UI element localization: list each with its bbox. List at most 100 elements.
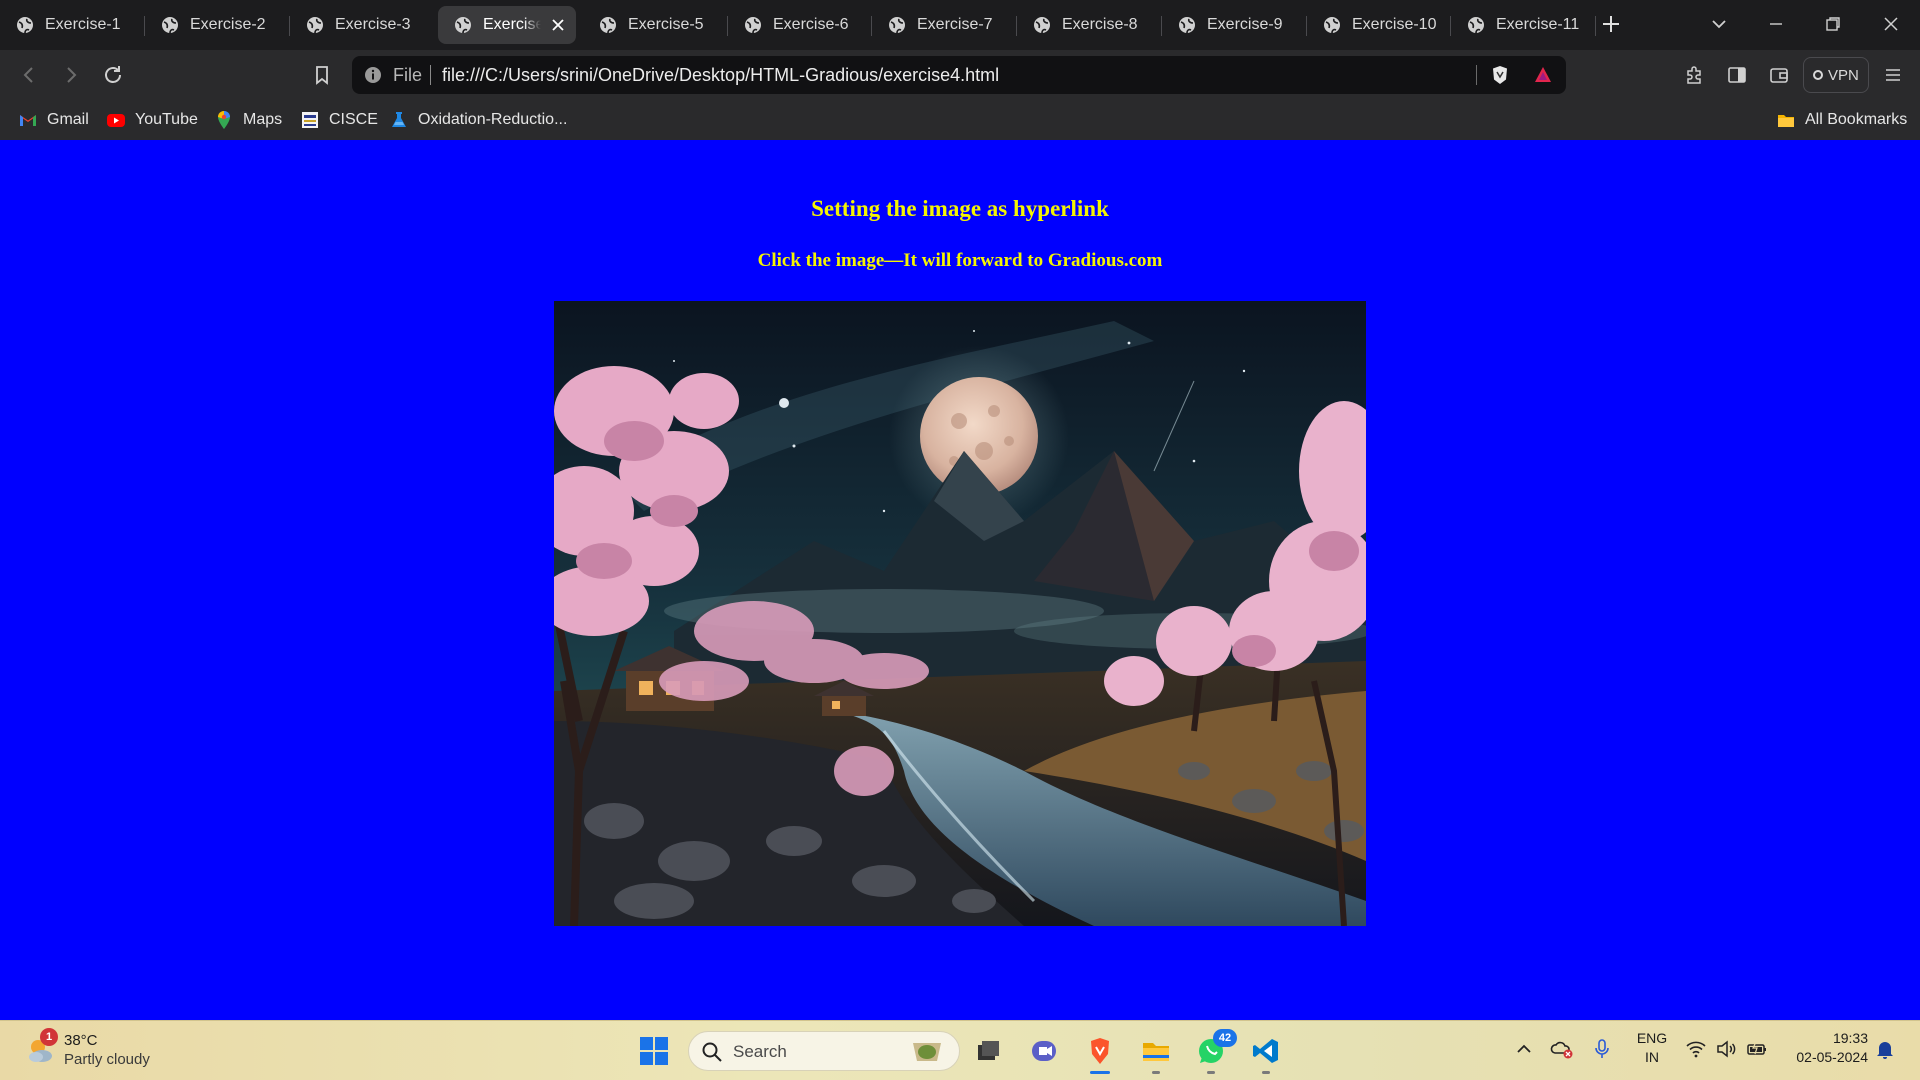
search-icon <box>702 1042 722 1062</box>
brave-shields-icon[interactable] <box>1489 64 1511 86</box>
new-tab-plus-icon[interactable] <box>1599 12 1623 36</box>
tab-label: Exercise-8 <box>1062 16 1138 33</box>
tab-label: Exercise-3 <box>335 16 411 33</box>
page-content: Setting the image as hyperlink Click the… <box>0 140 1920 1020</box>
globe-icon <box>307 17 323 34</box>
image-hyperlink[interactable] <box>554 301 1366 926</box>
globe-icon <box>455 17 471 34</box>
search-highlight-icon <box>913 1043 941 1061</box>
night-landscape-image[interactable] <box>554 301 1366 926</box>
minimize-icon[interactable] <box>1764 12 1788 36</box>
bookmark-maps[interactable]: Maps <box>214 106 282 134</box>
whatsapp-badge: 42 <box>1213 1029 1237 1047</box>
file-explorer-button[interactable] <box>1136 1031 1176 1074</box>
running-app-indicator <box>1262 1071 1270 1074</box>
tab[interactable]: Exercise-9 <box>1162 6 1307 44</box>
taskbar-search[interactable]: Search <box>688 1031 960 1071</box>
tab[interactable]: Exercise-6 <box>728 6 872 44</box>
running-app-indicator <box>1152 1071 1160 1074</box>
back-arrow-icon[interactable] <box>17 63 41 87</box>
globe-icon <box>162 17 178 34</box>
tab-label: Exercise-5 <box>628 16 704 33</box>
start-button[interactable] <box>634 1031 674 1071</box>
browser-tab-strip: Exercise-1 Exercise-2 Exercise-3 Exercise-4… <box>0 0 1920 50</box>
tab[interactable]: Exercise-7 <box>872 6 1017 44</box>
globe-icon <box>1468 17 1484 34</box>
show-hidden-icons-chevron[interactable] <box>1512 1037 1536 1061</box>
tab[interactable]: Exercise-5 <box>583 6 728 44</box>
vpn-label: VPN <box>1828 66 1859 84</box>
folder-icon <box>1143 1043 1169 1061</box>
address-url[interactable]: file:///C:/Users/srini/OneDrive/Desktop/… <box>442 65 999 86</box>
notification-bell-icon[interactable] <box>1873 1037 1897 1061</box>
gmail-icon <box>20 115 36 126</box>
wifi-icon[interactable] <box>1684 1037 1708 1061</box>
bookmark-label: Gmail <box>47 111 89 128</box>
globe-icon <box>17 17 33 34</box>
wallet-icon[interactable] <box>1767 63 1791 87</box>
maps-icon <box>218 111 230 129</box>
tab-label: Exercise-2 <box>190 16 266 33</box>
tab[interactable]: Exercise-10 <box>1307 6 1451 44</box>
input-language-indicator[interactable]: ENG IN <box>1632 1029 1672 1067</box>
running-app-indicator <box>1207 1071 1215 1074</box>
volume-icon[interactable] <box>1714 1037 1738 1061</box>
globe-icon <box>1179 17 1195 34</box>
battery-charging-icon[interactable] <box>1745 1037 1769 1061</box>
site-info-icon[interactable] <box>364 66 382 84</box>
forward-arrow-icon[interactable] <box>59 63 83 87</box>
all-bookmarks-label: All Bookmarks <box>1805 111 1908 128</box>
clock-date: 02-05-2024 <box>1796 1049 1868 1065</box>
tab-active[interactable]: Exercise-4 <box>438 6 576 44</box>
close-tab-icon[interactable] <box>550 17 566 33</box>
globe-icon <box>1324 17 1340 34</box>
teams-chat-button[interactable] <box>1024 1031 1064 1071</box>
browser-toolbar: File file:///C:/Users/srini/OneDrive/Des… <box>0 50 1920 100</box>
all-bookmarks-button[interactable]: All Bookmarks <box>1776 106 1907 134</box>
tab-label: Exercise-4 <box>483 16 541 33</box>
region-code: IN <box>1645 1049 1659 1065</box>
tab[interactable]: Exercise-2 <box>145 6 290 44</box>
windows-logo-icon <box>640 1037 668 1065</box>
weather-temp: 38°C <box>64 1032 98 1049</box>
tab-search-chevron-icon[interactable] <box>1707 12 1731 36</box>
restore-icon[interactable] <box>1821 12 1845 36</box>
weather-desc: Partly cloudy <box>64 1051 150 1068</box>
tab[interactable]: Exercise-1 <box>0 6 145 44</box>
onedrive-error-icon[interactable] <box>1550 1037 1574 1061</box>
bookmark-gmail[interactable]: Gmail <box>18 106 89 134</box>
tab[interactable]: Exercise-3 <box>290 6 438 44</box>
flask-icon <box>392 112 406 127</box>
menu-hamburger-icon[interactable] <box>1881 63 1905 87</box>
tab[interactable]: Exercise-8 <box>1017 6 1162 44</box>
brave-rewards-icon[interactable] <box>1533 65 1553 85</box>
extensions-puzzle-icon[interactable] <box>1683 63 1707 87</box>
sidebar-icon[interactable] <box>1725 63 1749 87</box>
task-view-button[interactable] <box>968 1031 1008 1071</box>
weather-widget[interactable]: 1 38°C Partly cloudy <box>20 1028 170 1071</box>
bookmark-cisce[interactable]: CISCE <box>300 106 378 134</box>
whatsapp-button[interactable]: 42 <box>1191 1029 1237 1074</box>
tab-label: Exercise-1 <box>45 16 121 33</box>
tab[interactable]: Exercise-11 <box>1451 6 1596 44</box>
bookmark-label: Oxidation-Reductio... <box>418 111 568 128</box>
bookmark-label: YouTube <box>135 111 198 128</box>
teams-chat-icon <box>1032 1041 1056 1061</box>
brave-browser-icon <box>1091 1038 1109 1064</box>
system-clock[interactable]: 19:33 02-05-2024 <box>1782 1029 1868 1067</box>
close-window-icon[interactable] <box>1879 12 1903 36</box>
brave-taskbar-button[interactable] <box>1080 1031 1120 1074</box>
vscode-button[interactable] <box>1246 1031 1286 1074</box>
bookmark-youtube[interactable]: YouTube <box>106 106 198 134</box>
folder-icon <box>1778 115 1794 127</box>
microphone-icon[interactable] <box>1590 1037 1614 1061</box>
globe-icon <box>889 17 905 34</box>
address-bar[interactable]: File file:///C:/Users/srini/OneDrive/Des… <box>352 56 1566 94</box>
clock-time: 19:33 <box>1832 1030 1868 1046</box>
bookmark-page-icon[interactable] <box>310 63 334 87</box>
bookmark-oxidation[interactable]: Oxidation-Reductio... <box>389 106 567 134</box>
reload-icon[interactable] <box>101 63 125 87</box>
vpn-button[interactable]: VPN <box>1803 57 1869 93</box>
bookmark-label: Maps <box>243 111 283 128</box>
windows-taskbar: 1 38°C Partly cloudy Search 42 ENG IN 19… <box>0 1020 1920 1080</box>
